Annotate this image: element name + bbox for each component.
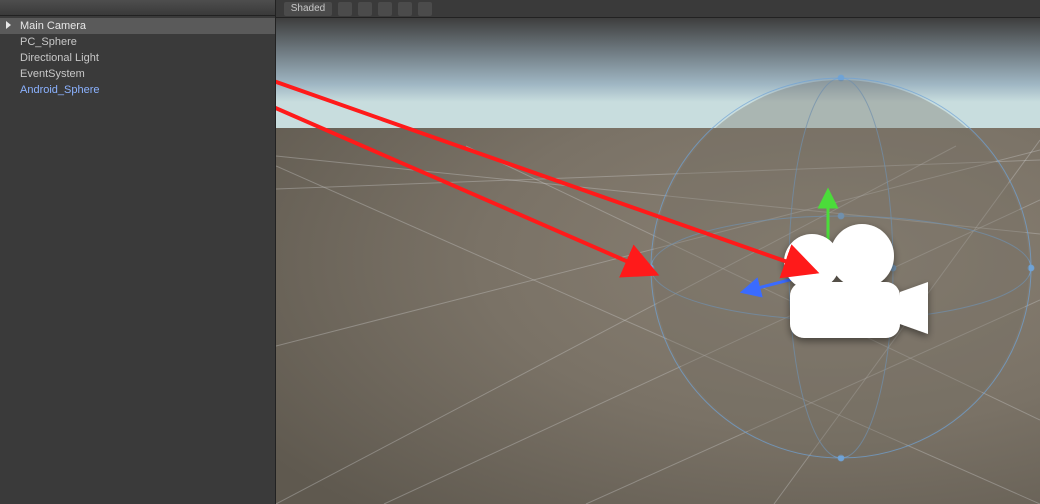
hierarchy-item-main-camera[interactable]: Main Camera bbox=[0, 18, 275, 34]
toolbar-light-toggle-icon[interactable] bbox=[358, 2, 372, 16]
toolbar-gizmos-dropdown-icon[interactable] bbox=[418, 2, 432, 16]
toolbar-fx-toggle-icon[interactable] bbox=[398, 2, 412, 16]
scene-canvas[interactable] bbox=[276, 0, 1040, 504]
hierarchy-item-label: Android_Sphere bbox=[20, 84, 100, 96]
hierarchy-item-directional-light[interactable]: Directional Light bbox=[0, 50, 275, 66]
scene-toolbar: Shaded bbox=[276, 0, 1040, 18]
hierarchy-header: Create bbox=[0, 0, 275, 16]
hierarchy-item-pc-sphere[interactable]: PC_Sphere bbox=[0, 34, 275, 50]
hierarchy-item-label: EventSystem bbox=[20, 68, 85, 80]
shading-mode-dropdown[interactable]: Shaded bbox=[284, 2, 332, 16]
hierarchy-panel: Create Main Camera PC_Sphere Directional… bbox=[0, 0, 276, 504]
hierarchy-item-label: PC_Sphere bbox=[20, 36, 77, 48]
hierarchy-item-eventsystem[interactable]: EventSystem bbox=[0, 66, 275, 82]
expand-icon[interactable] bbox=[6, 21, 11, 29]
hierarchy-list: Main Camera PC_Sphere Directional Light … bbox=[0, 16, 275, 504]
hierarchy-item-android-sphere[interactable]: Android_Sphere bbox=[0, 82, 275, 98]
toolbar-audio-toggle-icon[interactable] bbox=[378, 2, 392, 16]
scene-view[interactable]: Shaded bbox=[276, 0, 1040, 504]
hierarchy-item-label: Main Camera bbox=[20, 20, 86, 32]
toolbar-2d-toggle[interactable] bbox=[338, 2, 352, 16]
hierarchy-item-label: Directional Light bbox=[20, 52, 99, 64]
